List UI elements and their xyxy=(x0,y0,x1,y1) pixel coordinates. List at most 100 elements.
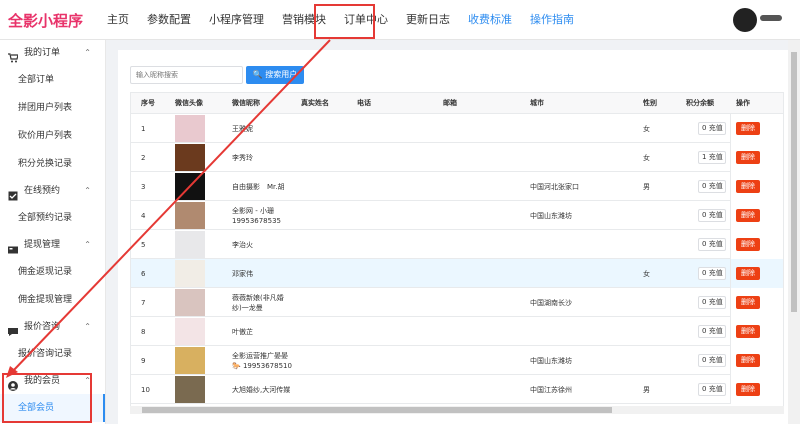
city: 中国江苏徐州 xyxy=(530,385,572,394)
sidebar-item-1-0[interactable]: 全部预约记录 xyxy=(0,204,105,232)
sidebar-item-0-3[interactable]: 积分兑换记录 xyxy=(0,150,105,178)
search-button-label: 搜索用户 xyxy=(265,70,298,79)
city: 中国山东潍坊 xyxy=(530,356,572,365)
checkbox-icon xyxy=(8,186,18,201)
search-input[interactable] xyxy=(130,66,243,84)
delete-button[interactable]: 删除 xyxy=(736,267,760,280)
scrollbar-thumb[interactable] xyxy=(791,52,797,312)
column-header-2: 微信昵称 xyxy=(232,99,260,107)
action-cell: 删除 xyxy=(730,317,783,346)
points-input[interactable]: 0 充值 xyxy=(698,238,726,251)
scrollbar-thumb[interactable] xyxy=(142,407,612,413)
search-button[interactable]: 🔍 搜索用户 xyxy=(246,66,304,84)
table-row[interactable]: 9 全影运营推广晏晏🐎 19953678510 中国山东潍坊 0 充值 删除 xyxy=(131,346,783,375)
action-cell: 删除 xyxy=(730,375,783,404)
wechat-avatar xyxy=(175,143,205,172)
sidebar-item-0-0[interactable]: 全部订单 xyxy=(0,66,105,94)
table-row[interactable]: 4 全影网 - 小珊19953678535 中国山东潍坊 0 充值 删除 xyxy=(131,201,783,230)
row-number: 7 xyxy=(141,298,146,307)
wechat-avatar xyxy=(175,201,205,230)
table-row[interactable]: 2 李秀玲 女 1 充值 删除 xyxy=(131,143,783,172)
sidebar-item-3-0[interactable]: 报价咨询记录 xyxy=(0,340,105,368)
row-number: 8 xyxy=(141,327,146,336)
delete-button[interactable]: 删除 xyxy=(736,296,760,309)
column-header-0: 序号 xyxy=(141,99,155,107)
delete-button[interactable]: 删除 xyxy=(736,209,760,222)
table-row[interactable]: 8 叶傲芷 0 充值 删除 xyxy=(131,317,783,346)
user-avatar[interactable] xyxy=(733,8,757,32)
app-logo[interactable]: 全影小程序 xyxy=(8,10,83,31)
column-header-1: 微信头像 xyxy=(175,99,203,107)
sidebar-item-0-1[interactable]: 拼团用户列表 xyxy=(0,94,105,122)
delete-button[interactable]: 删除 xyxy=(736,180,760,193)
sidebar-item-2-1[interactable]: 佣金提现管理 xyxy=(0,286,105,314)
action-cell: 删除 xyxy=(730,114,783,143)
nav-item-1[interactable]: 参数配置 xyxy=(138,0,200,40)
table-row[interactable]: 6 邓家伟 女 0 充值 删除 xyxy=(131,259,783,288)
table-row[interactable]: 1 王雅妮 女 0 充值 删除 xyxy=(131,114,783,143)
action-cell: 删除 xyxy=(730,288,783,317)
table-row[interactable]: 3 自由摄影 Mr.胡 中国河北张家口 男 0 充值 删除 xyxy=(131,172,783,201)
points-input[interactable]: 1 充值 xyxy=(698,151,726,164)
column-header-9: 操作 xyxy=(736,99,750,107)
column-header-8: 积分余额 xyxy=(686,99,714,107)
chevron-up-icon[interactable]: ⌃ xyxy=(84,314,91,340)
user-name[interactable] xyxy=(760,15,782,21)
sidebar-item-0-2[interactable]: 砍价用户列表 xyxy=(0,122,105,150)
action-cell: 删除 xyxy=(730,259,783,288)
horizontal-scrollbar[interactable] xyxy=(130,406,784,414)
nav-item-6[interactable]: 收费标准 xyxy=(459,0,521,40)
points-input[interactable]: 0 充值 xyxy=(698,209,726,222)
chevron-up-icon[interactable]: ⌃ xyxy=(84,232,91,258)
vertical-scrollbar[interactable] xyxy=(788,40,800,424)
points-input[interactable]: 0 充值 xyxy=(698,122,726,135)
wechat-nickname: 大旭婚纱,大河传媒 xyxy=(232,385,291,394)
row-number: 4 xyxy=(141,211,146,220)
sidebar-group-1[interactable]: 在线预约 ⌃ xyxy=(0,178,105,204)
sidebar-item-2-0[interactable]: 佣金返现记录 xyxy=(0,258,105,286)
table-row[interactable]: 7 薇薇新娘(非凡婚纱)一龙曼 中国湖南长沙 0 充值 删除 xyxy=(131,288,783,317)
nav-item-5[interactable]: 更新日志 xyxy=(397,0,459,40)
delete-button[interactable]: 删除 xyxy=(736,383,760,396)
points-input[interactable]: 0 充值 xyxy=(698,354,726,367)
nav-item-2[interactable]: 小程序管理 xyxy=(200,0,273,40)
wechat-nickname: 薇薇新娘(非凡婚纱)一龙曼 xyxy=(232,293,284,312)
delete-button[interactable]: 删除 xyxy=(736,122,760,135)
points-input[interactable]: 0 充值 xyxy=(698,383,726,396)
wechat-nickname: 李秀玲 xyxy=(232,153,253,162)
delete-button[interactable]: 删除 xyxy=(736,151,760,164)
delete-button[interactable]: 删除 xyxy=(736,354,760,367)
sidebar-group-3[interactable]: 报价咨询 ⌃ xyxy=(0,314,105,340)
points-input[interactable]: 0 充值 xyxy=(698,325,726,338)
points-input[interactable]: 0 充值 xyxy=(698,296,726,309)
sidebar-group-label: 我的订单 xyxy=(24,48,61,58)
city: 中国山东潍坊 xyxy=(530,211,572,220)
column-header-5: 邮箱 xyxy=(443,99,457,107)
members-table: 序号 微信头像 微信昵称 真实姓名 电话 邮箱 城市 性别 积分余额 操作 1 王雅妮女 0 充值 删除… xyxy=(130,92,784,412)
column-header-4: 电话 xyxy=(357,99,371,107)
card-icon xyxy=(8,240,18,254)
nav-item-7[interactable]: 操作指南 xyxy=(521,0,583,40)
row-number: 10 xyxy=(141,385,150,394)
action-cell: 删除 xyxy=(730,346,783,375)
wechat-avatar xyxy=(175,230,205,259)
sidebar-group-2[interactable]: 提现管理 ⌃ xyxy=(0,232,105,258)
action-cell: 删除 xyxy=(730,201,783,230)
delete-button[interactable]: 删除 xyxy=(736,238,760,251)
action-cell: 删除 xyxy=(730,143,783,172)
table-row[interactable]: 10 大旭婚纱,大河传媒 中国江苏徐州 男 0 充值 删除 xyxy=(131,375,783,404)
delete-button[interactable]: 删除 xyxy=(736,325,760,338)
sidebar-group-0[interactable]: 我的订单 ⌃ xyxy=(0,40,105,66)
city: 中国湖南长沙 xyxy=(530,298,572,307)
points-input[interactable]: 0 充值 xyxy=(698,180,726,193)
sidebar: 我的订单 ⌃ 全部订单 拼团用户列表 砍价用户列表 积分兑换记录 在线预约 ⌃ 全部预约记录 提现… xyxy=(0,40,106,424)
table-row[interactable]: 5 李治火 0 充值 删除 xyxy=(131,230,783,259)
row-number: 1 xyxy=(141,124,146,133)
annotation-box-my-members xyxy=(2,373,92,423)
chevron-up-icon[interactable]: ⌃ xyxy=(84,40,91,66)
gender: 男 xyxy=(643,182,650,191)
nav-item-0[interactable]: 主页 xyxy=(98,0,138,40)
chevron-up-icon[interactable]: ⌃ xyxy=(84,178,91,204)
points-input[interactable]: 0 充值 xyxy=(698,267,726,280)
wechat-nickname: 全影网 - 小珊19953678535 xyxy=(232,206,281,225)
